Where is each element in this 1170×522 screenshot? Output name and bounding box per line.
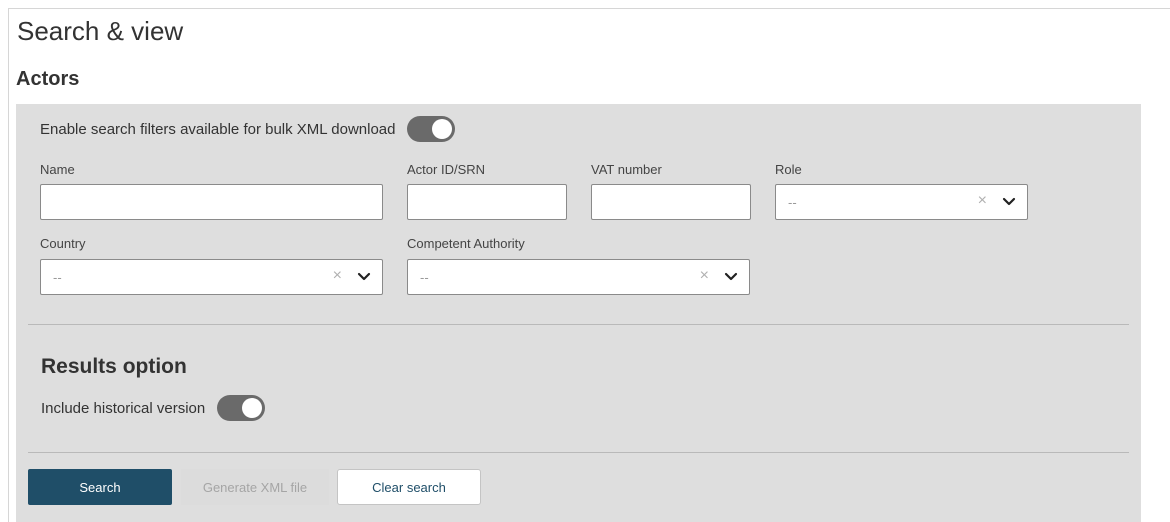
results-option-title: Results option [41, 355, 187, 378]
vat-number-label: VAT number [591, 162, 662, 177]
competent-authority-chevron-down-icon[interactable] [723, 270, 739, 284]
toggle-knob [242, 398, 263, 418]
historical-version-toggle[interactable] [217, 395, 266, 421]
actor-id-input[interactable] [407, 184, 567, 220]
role-chevron-down-icon[interactable] [1001, 195, 1017, 209]
competent-authority-clear-icon[interactable]: × [700, 267, 709, 285]
filters-divider [28, 324, 1129, 325]
competent-authority-label: Competent Authority [407, 236, 525, 251]
name-label: Name [40, 162, 75, 177]
section-title: Actors [16, 68, 80, 90]
name-input[interactable] [40, 184, 383, 220]
vat-number-input[interactable] [591, 184, 751, 220]
role-clear-icon[interactable]: × [978, 192, 987, 210]
generate-xml-button[interactable]: Generate XML file [181, 469, 329, 505]
historical-toggle-row: Include historical version [41, 395, 266, 421]
clear-search-button[interactable]: Clear search [337, 469, 481, 505]
country-select[interactable]: -- × [40, 259, 383, 295]
country-chevron-down-icon[interactable] [356, 270, 372, 284]
toggle-knob [432, 119, 453, 139]
role-label: Role [775, 162, 802, 177]
competent-authority-select-value: -- [420, 270, 429, 285]
bulk-download-toggle[interactable] [407, 116, 456, 142]
results-divider [28, 452, 1129, 453]
page-title: Search & view [17, 16, 184, 46]
bulk-download-toggle-label: Enable search filters available for bulk… [40, 120, 396, 138]
country-clear-icon[interactable]: × [333, 267, 342, 285]
search-filters-panel: Enable search filters available for bulk… [16, 104, 1141, 522]
role-select-value: -- [788, 195, 797, 210]
historical-toggle-label: Include historical version [41, 399, 206, 417]
role-select[interactable]: -- × [775, 184, 1028, 220]
search-button[interactable]: Search [28, 469, 172, 505]
country-label: Country [40, 236, 86, 251]
bulk-download-toggle-row: Enable search filters available for bulk… [40, 116, 456, 142]
country-select-value: -- [53, 270, 62, 285]
competent-authority-select[interactable]: -- × [407, 259, 750, 295]
actor-id-label: Actor ID/SRN [407, 162, 486, 177]
